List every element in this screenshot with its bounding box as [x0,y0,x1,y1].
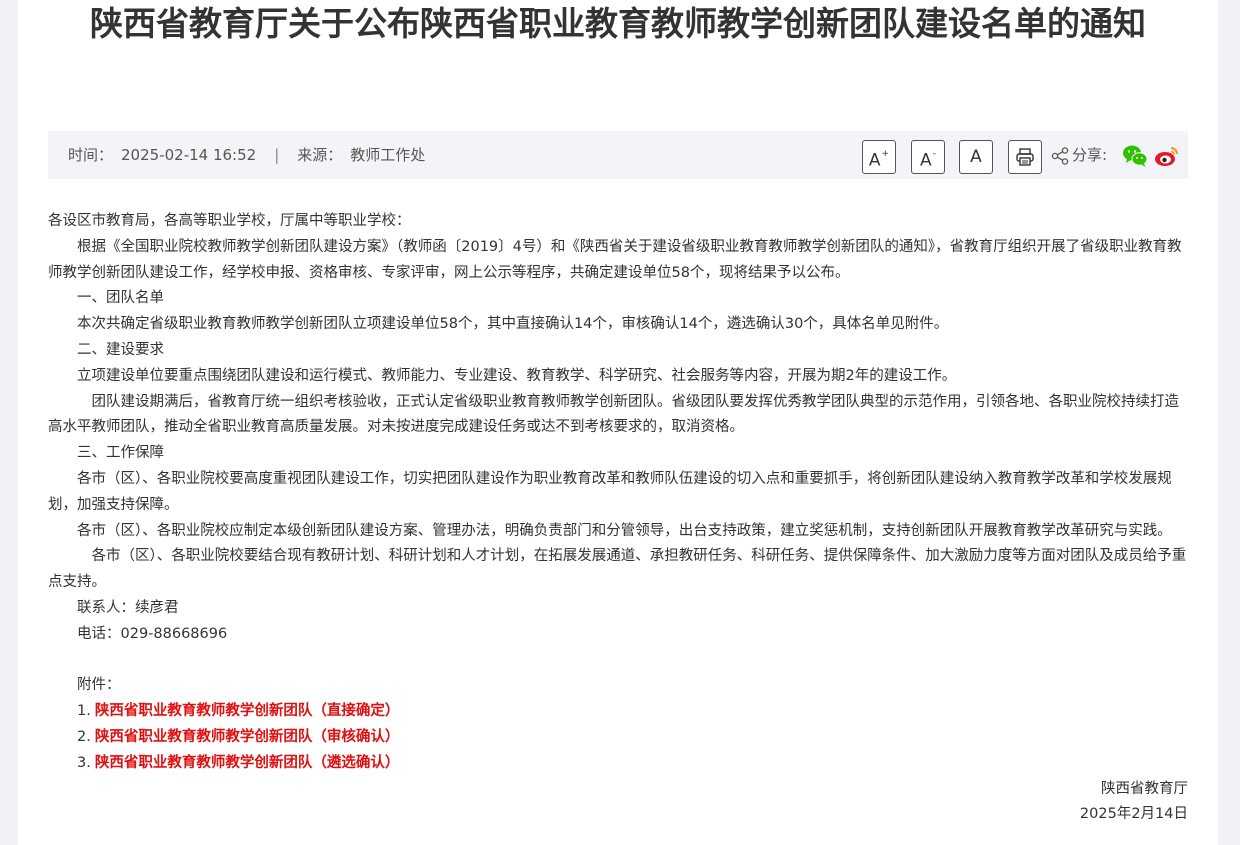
time-label: 时间： [68,146,114,164]
share-icon [1051,147,1069,165]
wechat-icon[interactable] [1122,144,1148,168]
font-decrease-sup: - [932,149,936,159]
attachment-link-1[interactable]: 陕西省职业教育教师教学创新团队（直接确定） [95,703,400,719]
attachment-link-3[interactable]: 陕西省职业教育教师教学创新团队（遴选确认） [95,755,400,771]
attachment-item-2: 2. 陕西省职业教育教师教学创新团队（审核确认） [48,725,1188,751]
attachment-item-3: 3. 陕西省职业教育教师教学创新团队（遴选确认） [48,751,1188,777]
section3-heading: 三、工作保障 [77,445,164,462]
attachment-number: 1. [77,703,91,720]
font-increase-label: A [868,150,881,171]
section2-paragraph-1: 立项建设单位要重点围绕团队建设和运行模式、教师能力、专业建设、教育教学、科学研究… [77,367,957,384]
attachment-link-2[interactable]: 陕西省职业教育教师教学创新团队（审核确认） [95,729,400,745]
intro-paragraph: 根据《全国职业院校教师教学创新团队建设方案》（教师函〔2019〕4号）和《陕西省… [48,238,1182,281]
article-page: 陕西省教育厅关于公布陕西省职业教育教师教学创新团队建设名单的通知 时间： 2025… [18,0,1218,845]
attachments-label: 附件： [77,677,121,694]
article-body: 各设区市教育局，各高等职业学校，厅属中等职业学校： 根据《全国职业院校教师教学创… [48,209,1188,828]
article-title: 陕西省教育厅关于公布陕西省职业教育教师教学创新团队建设名单的通知 [90,4,1146,43]
section2-paragraph-2: 团队建设期满后，省教育厅统一组织考核验收，正式认定省级职业教育教师教学创新团队。… [48,393,1179,436]
attachment-item-1: 1. 陕西省职业教育教师教学创新团队（直接确定） [48,699,1188,725]
section3-paragraph-3: 各市（区）、各职业院校要结合现有教研计划、科研计划和人才计划，在拓展发展通道、承… [48,548,1187,591]
section1-paragraph: 本次共确定省级职业教育教师教学创新团队立项建设单位58个，其中直接确认14个，审… [77,316,949,333]
contact-phone: 电话：029-88668696 [77,625,228,642]
section1-heading: 一、团队名单 [77,290,164,307]
attachment-number: 2. [77,728,91,745]
signature-date: 2025年2月14日 [1079,806,1188,823]
article-meta-bar: 时间： 2025-02-14 16:52 | 来源： 教师工作处 A+ A- A 分享: [48,131,1188,179]
source-label: 来源： [297,146,343,164]
signature-org: 陕西省教育厅 [1101,780,1188,797]
section2-heading: 二、建设要求 [77,341,164,358]
source-value: 教师工作处 [350,146,426,164]
font-increase-button[interactable]: A+ [862,140,896,174]
section3-paragraph-2: 各市（区）、各职业院校应制定本级创新团队建设方案、管理办法，明确负责部门和分管领… [77,522,1172,539]
font-decrease-label: A [920,150,932,171]
print-button[interactable] [1008,140,1042,174]
contact-person: 联系人：续彦君 [77,599,179,616]
font-reset-button[interactable]: A [959,140,993,174]
share-label: 分享: [1072,146,1108,164]
meta-separator: | [274,146,280,164]
font-decrease-button[interactable]: A- [911,140,945,174]
publish-info: 时间： 2025-02-14 16:52 | 来源： 教师工作处 [68,131,425,179]
salutation: 各设区市教育局，各高等职业学校，厅属中等职业学校： [48,213,411,229]
section3-paragraph-1: 各市（区）、各职业院校要高度重视团队建设工作，切实把团队建设作为职业教育改革和教… [48,470,1172,513]
publish-time: 2025-02-14 16:52 [121,146,257,164]
attachment-number: 3. [77,754,91,771]
printer-icon [1016,148,1034,166]
font-increase-sup: + [881,149,890,159]
weibo-icon[interactable] [1154,144,1180,168]
font-reset-label: A [970,147,982,167]
